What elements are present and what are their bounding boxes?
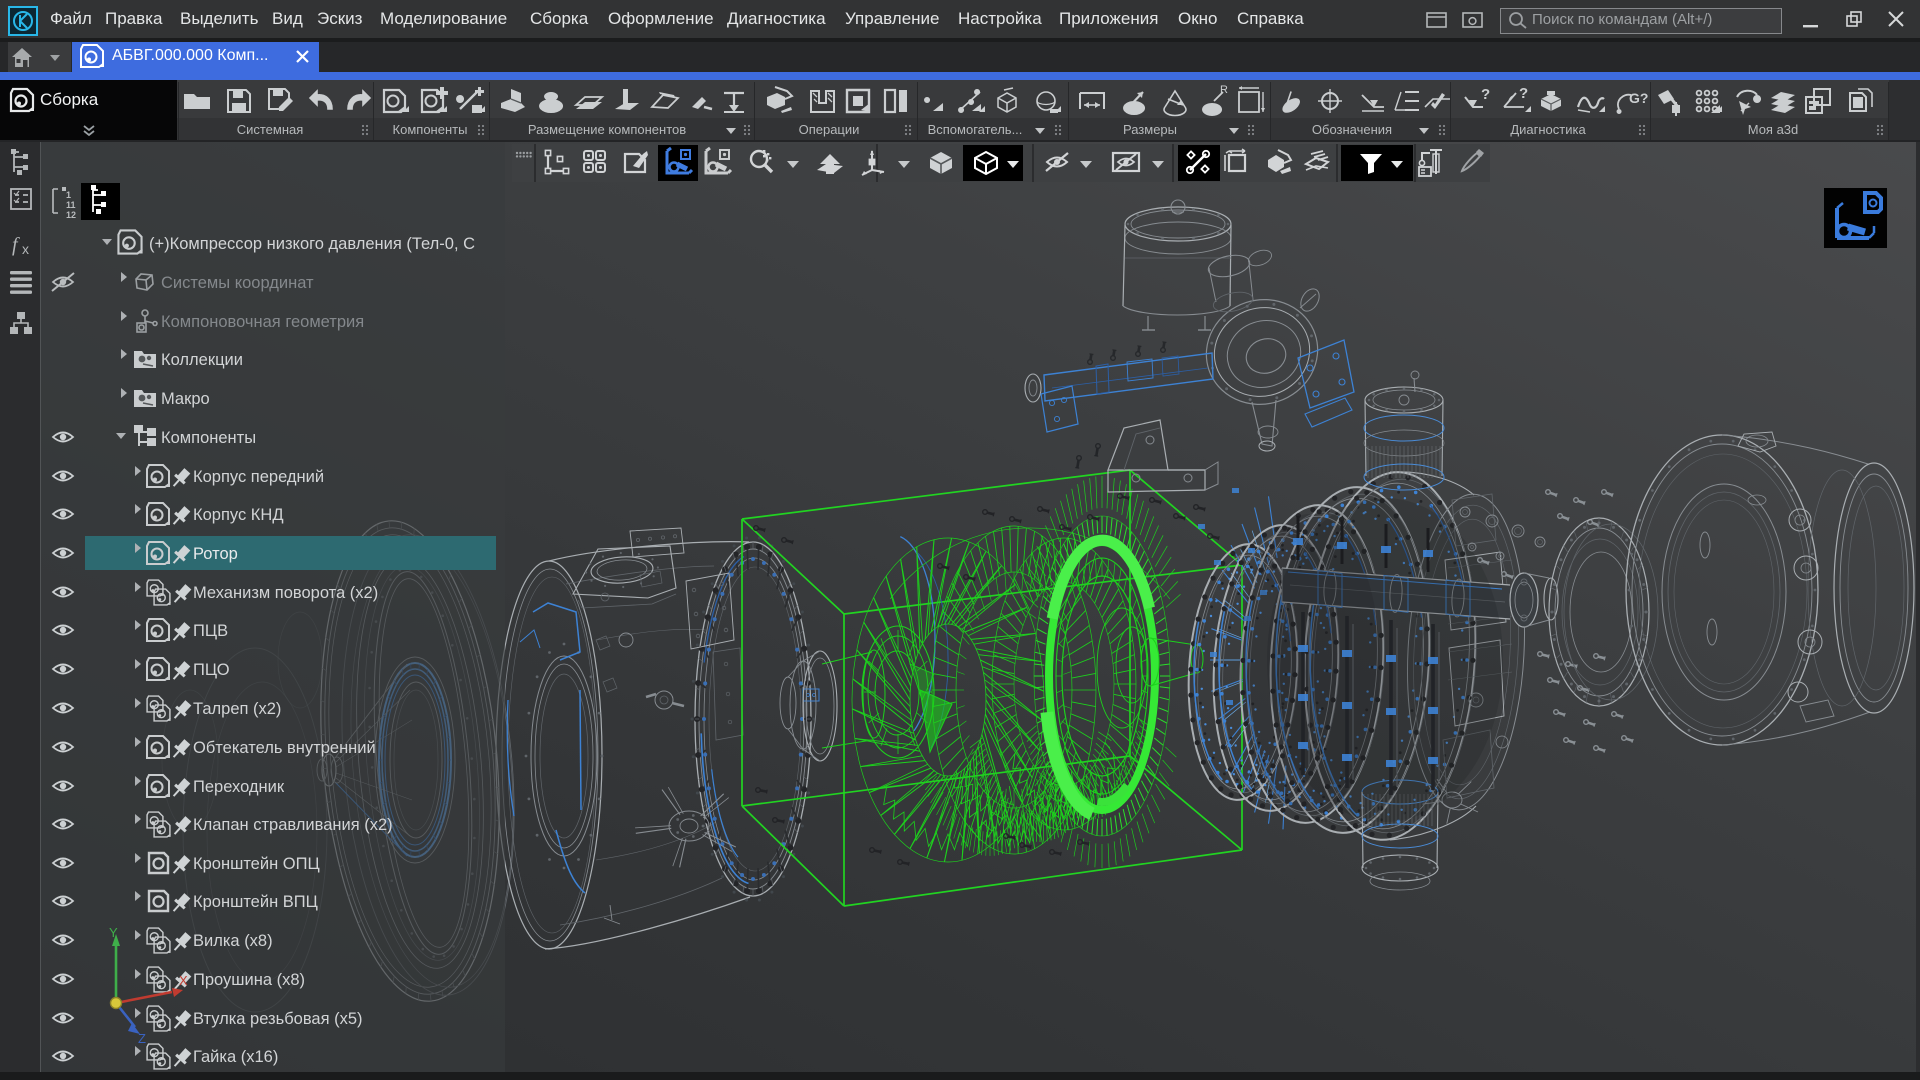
svg-text:X: X	[179, 973, 188, 988]
svg-text:11: 11	[66, 200, 76, 210]
svg-text:Обтекатель внутренний: Обтекатель внутренний	[193, 739, 376, 757]
svg-text:ПЦО: ПЦО	[193, 661, 230, 679]
svg-text:12: 12	[66, 210, 76, 220]
svg-text:Втулка резьбовая (x5): Втулка резьбовая (x5)	[193, 1010, 363, 1028]
svg-text:Коллекции: Коллекции	[161, 351, 243, 369]
svg-text:(+)Компрессор низкого давления: (+)Компрессор низкого давления (Тел-0, С	[149, 235, 475, 253]
svg-text:Корпус КНД: Корпус КНД	[193, 506, 284, 524]
svg-text:Макро: Макро	[161, 390, 210, 408]
svg-text:Механизм поворота (x2): Механизм поворота (x2)	[193, 584, 378, 602]
svg-text:Гайка (x16): Гайка (x16)	[193, 1048, 278, 1066]
svg-text:Вилка (x8): Вилка (x8)	[193, 932, 273, 950]
svg-text:Ротор: Ротор	[193, 545, 238, 563]
svg-text:Компоненты: Компоненты	[161, 429, 256, 447]
svg-text:Переходник: Переходник	[193, 778, 285, 796]
svg-text:Проушина (x8): Проушина (x8)	[193, 971, 305, 989]
svg-text:Кронштейн ВПЦ: Кронштейн ВПЦ	[193, 893, 318, 911]
svg-text:Системы координат: Системы координат	[161, 274, 314, 292]
svg-text:ПЦВ: ПЦВ	[193, 622, 228, 640]
svg-text:1: 1	[66, 190, 71, 200]
svg-text:Z: Z	[138, 1031, 146, 1046]
svg-text:Клапан стравливания (x2): Клапан стравливания (x2)	[193, 816, 393, 834]
svg-text:Талреп (x2): Талреп (x2)	[193, 700, 281, 718]
svg-text:Корпус передний: Корпус передний	[193, 468, 324, 486]
svg-text:Кронштейн ОПЦ: Кронштейн ОПЦ	[193, 855, 320, 873]
svg-text:Компоновочная геометрия: Компоновочная геометрия	[161, 313, 364, 331]
svg-text:Y: Y	[109, 925, 118, 940]
